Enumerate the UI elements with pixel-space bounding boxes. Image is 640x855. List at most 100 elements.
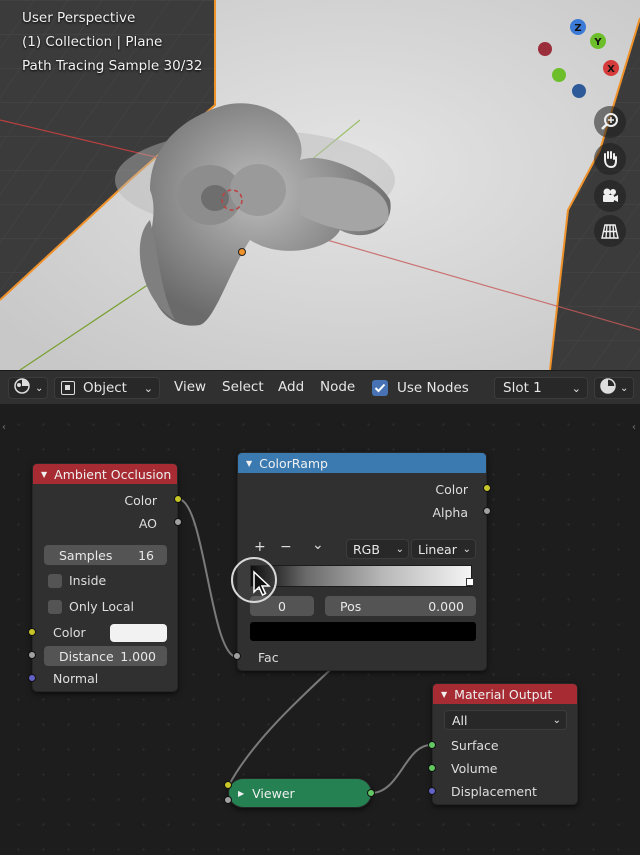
color-stop-white[interactable]	[466, 578, 474, 586]
inside-checkbox[interactable]	[48, 574, 62, 588]
target-dropdown[interactable]: All ⌄	[444, 710, 567, 730]
input-distance-socket[interactable]	[28, 651, 36, 659]
gizmo-y-label: Y	[593, 37, 602, 48]
input-volume-socket[interactable]	[428, 764, 436, 772]
target-value: All	[452, 712, 468, 728]
node-title: Viewer	[252, 785, 295, 801]
node-title: Ambient Occlusion	[54, 466, 172, 482]
input-value-socket[interactable]	[224, 796, 232, 804]
zoom-icon[interactable]	[594, 106, 626, 138]
pos-label: Pos	[340, 598, 362, 614]
camera-icon[interactable]	[594, 180, 626, 212]
distance-value: 1.000	[120, 648, 156, 664]
color-swatch[interactable]	[110, 624, 167, 642]
menu-view[interactable]: View	[174, 379, 206, 395]
left-panel-arrow-icon[interactable]: ‹	[2, 422, 6, 433]
viewer-collapsed-body[interactable]: ▶ Viewer	[229, 779, 371, 807]
output-color-socket[interactable]	[483, 484, 491, 492]
node-title: Material Output	[454, 686, 553, 702]
only-local-label: Only Local	[69, 599, 135, 614]
mode-dropdown[interactable]: Object ⌄	[54, 377, 160, 399]
input-volume-label: Volume	[451, 761, 498, 776]
menu-add[interactable]: Add	[278, 379, 304, 395]
right-panel-arrow-icon[interactable]: ‹	[632, 422, 636, 433]
expand-triangle-icon[interactable]: ▶	[238, 789, 244, 798]
material-preview-icon	[599, 377, 617, 399]
ambient-occlusion-node[interactable]: ▼ Ambient Occlusion Color AO Samples 16 …	[32, 463, 178, 692]
stop-color-swatch[interactable]	[250, 622, 476, 641]
view-type-label: User Perspective	[22, 10, 136, 26]
node-title: ColorRamp	[259, 455, 328, 471]
input-surface-label: Surface	[451, 738, 499, 753]
remove-stop-button[interactable]: −	[280, 539, 292, 555]
output-alpha-socket[interactable]	[483, 507, 491, 515]
node-header[interactable]: ▼ Ambient Occlusion	[33, 464, 177, 484]
pos-field[interactable]: Pos 0.000	[325, 596, 476, 616]
chevron-down-icon: ⌄	[571, 381, 581, 395]
grid-icon[interactable]	[594, 215, 626, 247]
input-displacement-label: Displacement	[451, 784, 537, 799]
output-ao-socket[interactable]	[174, 518, 182, 526]
slot-label: Slot 1	[503, 380, 542, 396]
slot-dropdown[interactable]: Slot 1 ⌄	[494, 377, 588, 399]
only-local-checkbox[interactable]	[48, 600, 62, 614]
input-displacement-socket[interactable]	[428, 787, 436, 795]
gizmo-x-label: X	[607, 64, 615, 75]
collapse-triangle-icon[interactable]: ▼	[441, 690, 447, 699]
node-editor-icon	[13, 377, 31, 399]
hand-icon[interactable]	[594, 143, 626, 175]
input-fac-socket[interactable]	[233, 652, 241, 660]
stop-index-value: 0	[278, 598, 286, 614]
samples-label: Samples	[59, 547, 113, 563]
shading-dropdown[interactable]: ⌄	[594, 377, 634, 399]
output-color-socket[interactable]	[174, 495, 182, 503]
collapse-triangle-icon[interactable]: ▼	[246, 459, 252, 468]
menu-select[interactable]: Select	[222, 379, 264, 395]
color-ramp-node[interactable]: ▼ ColorRamp Color Alpha + − ⌄ RGB ⌄ Line…	[237, 452, 487, 671]
mouse-cursor-icon	[253, 570, 271, 597]
input-normal-label: Normal	[53, 671, 99, 686]
distance-field[interactable]: Distance 1.000	[44, 646, 167, 666]
chevron-down-icon: ⌄	[395, 543, 404, 555]
mode-label: Object	[83, 380, 127, 396]
samples-field[interactable]: Samples 16	[44, 545, 167, 565]
node-header[interactable]: ▼ ColorRamp	[238, 453, 486, 473]
chevron-down-icon: ⌄	[462, 543, 471, 555]
input-fac-label: Fac	[258, 650, 279, 665]
gizmo-z-label: Z	[574, 23, 581, 34]
input-color-socket[interactable]	[28, 628, 36, 636]
use-nodes-checkbox[interactable]	[372, 380, 388, 396]
node-editor-header: ⌄ Object ⌄ View Select Add Node Use Node…	[0, 370, 640, 404]
node-header[interactable]: ▼ Material Output	[433, 684, 577, 704]
add-stop-button[interactable]: +	[254, 539, 266, 555]
gradient-bar[interactable]	[250, 565, 472, 587]
distance-label: Distance	[59, 648, 114, 664]
chevron-down-icon: ⌄	[552, 714, 561, 726]
3d-viewport[interactable]: User Perspective (1) Collection | Plane …	[0, 0, 640, 370]
input-color-socket[interactable]	[224, 781, 232, 789]
collection-label: (1) Collection | Plane	[22, 34, 163, 50]
collapse-triangle-icon[interactable]: ▼	[41, 470, 47, 479]
samples-value: 16	[138, 547, 154, 563]
color-mode-dropdown[interactable]: RGB ⌄	[346, 539, 409, 559]
viewer-node[interactable]: ▶ Viewer	[228, 778, 372, 808]
interpolation-dropdown[interactable]: Linear ⌄	[411, 539, 476, 559]
output-color-label: Color	[124, 493, 157, 508]
object-icon	[61, 381, 75, 395]
use-nodes-toggle[interactable]: Use Nodes	[372, 380, 469, 396]
editor-type-dropdown[interactable]: ⌄	[8, 377, 48, 399]
input-color-label: Color	[53, 625, 86, 640]
menu-node[interactable]: Node	[320, 379, 355, 395]
output-color-label: Color	[435, 482, 468, 497]
chevron-down-icon: ⌄	[143, 381, 153, 395]
output-shader-socket[interactable]	[367, 789, 375, 797]
pos-value: 0.000	[428, 598, 464, 614]
input-normal-socket[interactable]	[28, 674, 36, 682]
output-ao-label: AO	[138, 516, 157, 531]
ramp-menu-button[interactable]: ⌄	[312, 537, 324, 553]
material-output-node[interactable]: ▼ Material Output All ⌄ Surface Volume D…	[432, 683, 578, 805]
input-surface-socket[interactable]	[428, 741, 436, 749]
render-progress-label: Path Tracing Sample 30/32	[22, 58, 203, 74]
interpolation-value: Linear	[418, 541, 457, 557]
navigation-gizmo[interactable]: Z Y X	[530, 14, 630, 104]
